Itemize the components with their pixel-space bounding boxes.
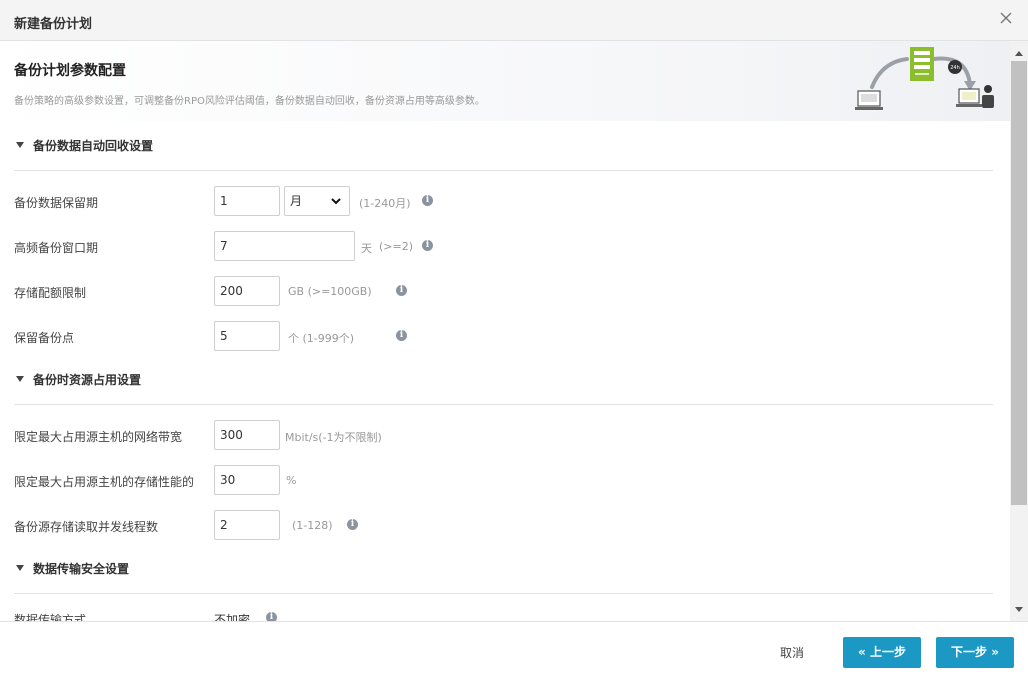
user-icon xyxy=(982,85,994,108)
threads-label: 备份源存储读取并发线程数 xyxy=(14,520,159,534)
threads-input[interactable]: 2 xyxy=(214,510,280,540)
bandwidth-input[interactable]: 300 xyxy=(214,420,280,450)
dialog-title: 新建备份计划 xyxy=(14,17,93,32)
info-icon[interactable]: i xyxy=(396,285,407,296)
storage-perf-label: 限定最大占用源主机的存储性能的 xyxy=(14,475,195,489)
high-freq-window-unit: 天 xyxy=(361,242,372,255)
target-server-icon xyxy=(956,88,982,107)
retention-period-hint: (1-240月) xyxy=(359,197,411,210)
section-resources-header[interactable]: 备份时资源占用设置 xyxy=(14,369,141,389)
schedule-badge: 24h xyxy=(950,65,960,71)
high-freq-window-hint: (>=2) xyxy=(379,240,414,253)
retention-unit-value: 月 xyxy=(290,194,303,208)
banner: 备份计划参数配置 备份策略的高级参数设置，可调整备份RPO风险评估阈值，备份数据… xyxy=(0,41,1010,121)
dialog-header: 新建备份计划 xyxy=(0,0,1028,41)
transfer-mode-label: 数据传输方式 xyxy=(14,613,87,621)
retention-period-label: 备份数据保留期 xyxy=(14,196,99,210)
storage-quota-hint: GB (>=100GB) xyxy=(288,285,372,298)
threads-hint: (1-128) xyxy=(292,519,333,532)
divider xyxy=(14,404,993,405)
keep-points-label: 保留备份点 xyxy=(14,331,75,345)
high-freq-window-label: 高频备份窗口期 xyxy=(14,241,99,255)
storage-perf-input[interactable]: 30 xyxy=(214,465,280,495)
keep-points-input[interactable]: 5 xyxy=(214,321,280,351)
cancel-button[interactable]: 取消 xyxy=(780,644,804,661)
info-icon[interactable]: i xyxy=(422,240,433,251)
section-security-header[interactable]: 数据传输安全设置 xyxy=(14,558,129,578)
divider xyxy=(14,593,993,594)
section-retention-header[interactable]: 备份数据自动回收设置 xyxy=(14,135,153,155)
caret-down-icon xyxy=(16,376,24,382)
storage-quota-input[interactable]: 200 xyxy=(214,276,280,306)
backup-illustration: 24h xyxy=(855,47,994,110)
dialog-footer: 取消 « 上一步 下一步 » xyxy=(0,621,1028,680)
dialog-content[interactable]: 备份计划参数配置 备份策略的高级参数设置，可调整备份RPO风险评估阈值，备份数据… xyxy=(0,41,1010,621)
storage-quota-label: 存储配额限制 xyxy=(14,286,87,300)
info-icon[interactable]: i xyxy=(266,612,277,621)
section-title: 备份时资源占用设置 xyxy=(33,372,142,387)
chevron-down-icon xyxy=(331,198,341,205)
scroll-down-icon[interactable] xyxy=(1015,607,1023,612)
keep-points-hint: 个 (1-999个) xyxy=(288,332,355,345)
previous-button[interactable]: « 上一步 xyxy=(843,637,921,668)
vertical-scrollbar[interactable] xyxy=(1010,41,1028,621)
section-title: 数据传输安全设置 xyxy=(33,561,130,576)
next-button[interactable]: 下一步 » xyxy=(936,637,1014,668)
info-icon[interactable]: i xyxy=(347,519,358,530)
bandwidth-hint: Mbit/s(-1为不限制) xyxy=(285,431,382,444)
storage-perf-hint: % xyxy=(286,474,297,487)
banner-description: 备份策略的高级参数设置，可调整备份RPO风险评估阈值，备份数据自动回收，备份资源… xyxy=(14,96,485,107)
section-title: 备份数据自动回收设置 xyxy=(33,138,154,153)
source-server-icon xyxy=(855,90,883,110)
scroll-up-icon[interactable] xyxy=(1015,51,1023,56)
retention-unit-select[interactable]: 月 xyxy=(284,186,350,216)
close-icon[interactable] xyxy=(998,10,1014,26)
caret-down-icon xyxy=(16,142,24,148)
backup-storage-icon xyxy=(910,47,934,81)
high-freq-window-input[interactable]: 7 xyxy=(214,231,355,261)
info-icon[interactable]: i xyxy=(396,330,407,341)
banner-title: 备份计划参数配置 xyxy=(14,63,126,79)
caret-down-icon xyxy=(16,565,24,571)
retention-period-input[interactable]: 1 xyxy=(214,186,280,216)
transfer-mode-value[interactable]: 不加密 xyxy=(214,611,250,621)
divider xyxy=(14,170,993,171)
bandwidth-label: 限定最大占用源主机的网络带宽 xyxy=(14,430,183,444)
scroll-thumb[interactable] xyxy=(1011,61,1027,505)
info-icon[interactable]: i xyxy=(422,195,433,206)
